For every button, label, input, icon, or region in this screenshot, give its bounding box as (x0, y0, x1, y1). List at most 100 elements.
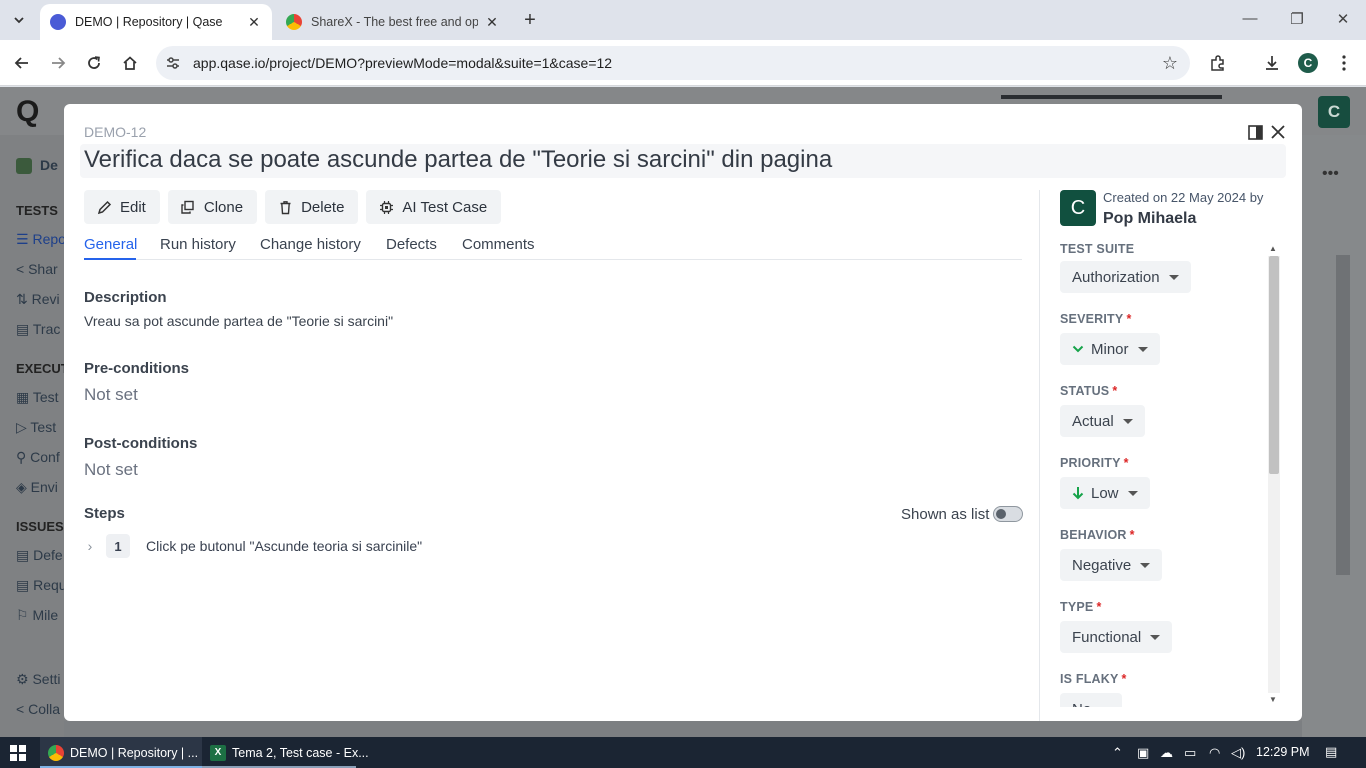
chevron-up-icon[interactable]: ⌃ (1112, 745, 1123, 761)
app-right-strip: ••• (1302, 135, 1366, 737)
downloads-button[interactable] (1261, 52, 1283, 74)
caret-down-icon (1100, 706, 1111, 707)
test-suite-dropdown[interactable]: Authorization (1060, 261, 1191, 293)
sidebar-item-collapse: < Colla (16, 701, 60, 717)
bookmark-star-icon[interactable]: ☆ (1162, 53, 1178, 74)
site-settings-icon[interactable] (165, 55, 181, 71)
browser-tab-qase[interactable]: DEMO | Repository | Qase ✕ (40, 4, 272, 40)
sidebar-item-reviews: ⇅ Revi (16, 291, 60, 307)
tab-search-button[interactable] (6, 8, 32, 32)
avatar: C (1318, 96, 1350, 128)
step-row[interactable]: › 1 Click pe butonul "Ascunde teoria si … (84, 534, 422, 558)
browser-tab-strip: DEMO | Repository | Qase ✕ ShareX - The … (0, 0, 1366, 40)
scrollbar-thumb[interactable] (1269, 256, 1279, 474)
tab-change-history[interactable]: Change history (260, 236, 361, 253)
reload-button[interactable] (83, 52, 105, 74)
tab-defects[interactable]: Defects (386, 236, 437, 253)
type-label: TYPE * (1060, 600, 1102, 614)
back-button[interactable] (11, 52, 33, 74)
caret-down-icon (1150, 634, 1161, 640)
type-dropdown[interactable]: Functional (1060, 621, 1173, 653)
open-side-panel-icon[interactable] (1246, 123, 1264, 141)
scroll-down-icon[interactable]: ▼ (1269, 695, 1277, 704)
download-icon (1266, 56, 1278, 70)
close-icon[interactable] (1269, 123, 1287, 141)
minimize-icon[interactable]: — (1240, 10, 1260, 27)
caret-down-icon (1168, 274, 1179, 280)
author-name[interactable]: Pop Mihaela (1103, 210, 1196, 228)
properties-panel: TEST SUITE Authorization SEVERITY * Minor… (1060, 242, 1265, 707)
severity-label: SEVERITY * (1060, 312, 1132, 326)
browser-toolbar: app.qase.io/project/DEMO?previewMode=mod… (0, 40, 1366, 86)
windows-start-icon[interactable] (10, 745, 26, 761)
notifications-icon[interactable]: ▤ (1325, 744, 1337, 760)
step-number: 1 (106, 534, 130, 558)
case-title-field[interactable]: Verifica daca se poate ascunde partea de… (80, 144, 1286, 178)
edit-button[interactable]: Edit (84, 190, 160, 224)
panel-divider (1039, 190, 1040, 721)
home-icon (123, 56, 137, 70)
qase-logo: Q (16, 95, 40, 128)
preconditions-label: Pre-conditions (84, 360, 190, 377)
chrome-icon (48, 744, 64, 761)
arrow-left-icon (14, 57, 28, 69)
description-label: Description (84, 289, 167, 306)
url-text: app.qase.io/project/DEMO?previewMode=mod… (193, 55, 613, 71)
behavior-label: BEHAVIOR * (1060, 528, 1135, 542)
restore-icon[interactable]: ❐ (1287, 10, 1307, 28)
forward-button[interactable] (47, 52, 69, 74)
shown-as-list-toggle[interactable] (993, 506, 1023, 522)
created-on-text: Created on 22 May 2024 by (1103, 190, 1264, 205)
close-tab-icon[interactable]: ✕ (246, 14, 262, 31)
kebab-menu-icon (1342, 55, 1346, 71)
close-window-icon[interactable]: ✕ (1333, 10, 1353, 28)
taskbar-item-chrome[interactable]: DEMO | Repository | ... (40, 737, 202, 768)
status-label: STATUS * (1060, 384, 1118, 398)
side-panel-scrollbar[interactable]: ▲ ▼ (1266, 242, 1280, 707)
ai-test-case-button[interactable]: AI Test Case (366, 190, 502, 224)
profile-avatar[interactable]: C (1298, 53, 1318, 73)
home-button[interactable] (119, 52, 141, 74)
case-id: DEMO-12 (84, 124, 147, 140)
severity-dropdown[interactable]: Minor (1060, 333, 1160, 365)
browser-tab-sharex[interactable]: ShareX - The best free and ope ✕ (276, 4, 510, 40)
address-bar[interactable]: app.qase.io/project/DEMO?previewMode=mod… (156, 46, 1190, 80)
meet-now-icon[interactable]: ▣ (1137, 745, 1149, 761)
extensions-button[interactable] (1207, 52, 1229, 74)
puzzle-icon (1211, 55, 1224, 71)
delete-button[interactable]: Delete (265, 190, 359, 224)
sidebar-item-environments: ◈ Envi (16, 479, 58, 495)
copy-icon (180, 199, 196, 215)
action-buttons: Edit Clone Delete AI Test Case (84, 190, 502, 224)
close-tab-icon[interactable]: ✕ (484, 14, 500, 31)
scroll-up-icon[interactable]: ▲ (1269, 244, 1277, 253)
clock[interactable]: 12:29 PM (1256, 745, 1310, 759)
chevron-right-icon[interactable]: › (84, 538, 96, 554)
tab-comments[interactable]: Comments (462, 236, 535, 253)
battery-icon[interactable]: ▭ (1184, 745, 1196, 761)
status-dropdown[interactable]: Actual (1060, 405, 1145, 437)
taskbar-item-excel[interactable]: X Tema 2, Test case - Ex... (202, 737, 369, 768)
taskbar: DEMO | Repository | ... X Tema 2, Test c… (0, 737, 1366, 768)
tab-run-history[interactable]: Run history (160, 236, 236, 253)
onedrive-icon[interactable]: ☁ (1160, 745, 1173, 761)
behavior-dropdown[interactable]: Negative (1060, 549, 1163, 581)
browser-menu-button[interactable] (1333, 52, 1355, 74)
priority-dropdown[interactable]: Low (1060, 477, 1150, 509)
tab-title: DEMO | Repository | Qase (75, 15, 223, 29)
is-flaky-dropdown[interactable]: No (1060, 693, 1123, 707)
chevron-down-green-icon (1072, 344, 1084, 354)
shown-as-list-label: Shown as list (901, 506, 990, 523)
volume-icon[interactable]: ◁) (1231, 745, 1245, 761)
sidebar-item-traceability: ▤ Trac (16, 321, 61, 337)
sidebar-item-defects: ▤ Defe (16, 547, 63, 563)
clone-button[interactable]: Clone (167, 190, 258, 224)
tab-general[interactable]: General (84, 236, 137, 253)
wifi-icon[interactable]: ◠ (1209, 745, 1220, 761)
modal-tabs: General Run history Change history Defec… (84, 232, 1022, 260)
is-flaky-label: IS FLAKY * (1060, 672, 1127, 686)
new-tab-button[interactable]: + (518, 9, 542, 33)
caret-down-icon (1140, 562, 1151, 568)
sidebar-item-milestones: ⚐ Mile (16, 607, 59, 623)
sidebar-heading-issues: ISSUES (16, 519, 64, 534)
